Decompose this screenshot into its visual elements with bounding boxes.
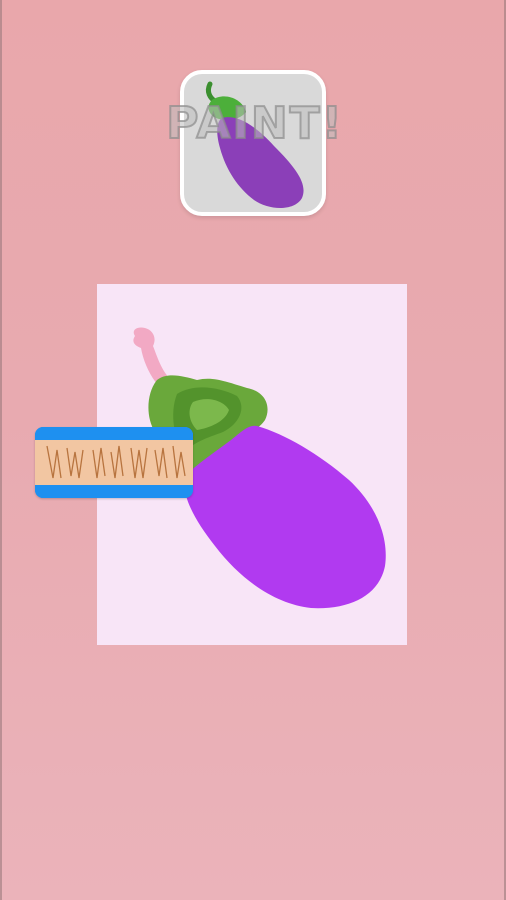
roller-frame-bottom	[35, 485, 193, 498]
roller-frame-top	[35, 427, 193, 440]
frame-edge-left	[0, 0, 2, 900]
roller-pad	[35, 440, 193, 485]
game-title: PAINT!	[165, 97, 344, 150]
roller-texture	[46, 445, 186, 479]
paint-roller-icon[interactable]	[35, 427, 193, 498]
